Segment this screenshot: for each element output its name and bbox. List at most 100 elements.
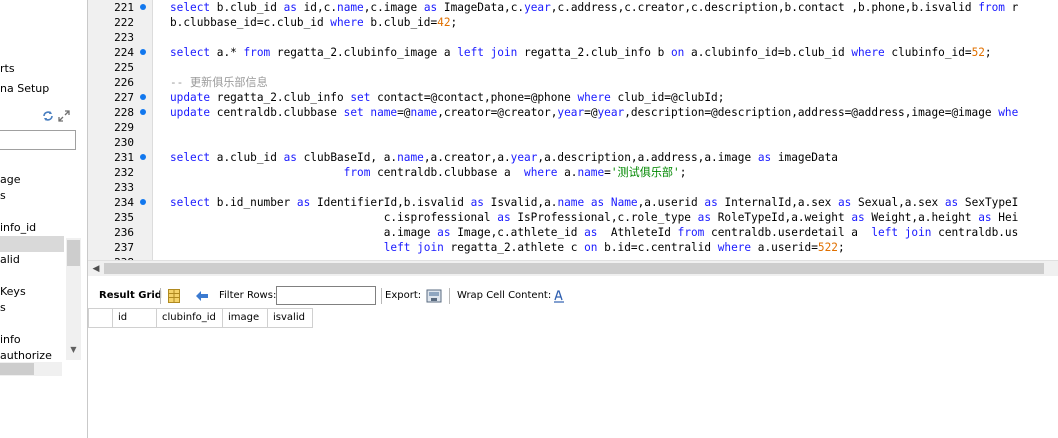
code-line[interactable]: a.image as Image,c.athlete_id as Athlete… bbox=[170, 225, 1019, 240]
code-token: left join bbox=[383, 241, 451, 254]
code-token: centraldb.userdetail a bbox=[711, 226, 872, 239]
navigator-item[interactable]: info bbox=[0, 333, 21, 347]
refresh-icon[interactable] bbox=[42, 110, 54, 122]
code-token: select bbox=[170, 151, 217, 164]
line-number: 232 bbox=[114, 166, 134, 179]
code-token: 42 bbox=[437, 16, 451, 29]
statement-marker-icon[interactable] bbox=[140, 94, 146, 100]
navigator-item[interactable]: Keys bbox=[0, 285, 26, 299]
statement-marker-icon[interactable] bbox=[140, 199, 146, 205]
grid-column-header[interactable]: isvalid bbox=[268, 308, 313, 328]
grid-column-header[interactable]: image bbox=[223, 308, 268, 328]
code-token: whe bbox=[998, 106, 1019, 119]
code-token: Weight,a.height bbox=[871, 211, 979, 224]
navigator-hscroll-thumb[interactable] bbox=[0, 363, 34, 375]
code-token: update bbox=[170, 91, 217, 104]
code-token: name bbox=[577, 166, 605, 179]
code-token: name bbox=[557, 196, 591, 209]
code-line[interactable]: update centraldb.clubbase set name=@name… bbox=[170, 105, 1018, 120]
code-line[interactable]: from centraldb.clubbase a where a.name='… bbox=[170, 165, 687, 180]
statement-marker-icon[interactable] bbox=[140, 109, 146, 115]
scroll-left-icon[interactable]: ◀ bbox=[90, 262, 102, 276]
scroll-down-icon[interactable]: ▼ bbox=[67, 342, 80, 358]
code-token: ; bbox=[837, 241, 845, 254]
filter-refresh-icon[interactable] bbox=[194, 289, 210, 303]
navigator-search-input[interactable] bbox=[0, 130, 76, 150]
code-line[interactable]: select b.id_number as IdentifierId,b.isv… bbox=[170, 195, 1018, 210]
code-line[interactable]: select b.club_id as id,c.name,c.image as… bbox=[170, 0, 1018, 15]
navigator-item[interactable]: na Setup bbox=[0, 82, 49, 96]
navigator-item[interactable]: info_id bbox=[0, 221, 36, 235]
navigator-scrollbar-thumb[interactable] bbox=[67, 240, 80, 266]
filter-rows-input[interactable] bbox=[276, 286, 376, 305]
code-token: as bbox=[283, 1, 304, 14]
statement-marker-icon[interactable] bbox=[140, 154, 146, 160]
code-token: as bbox=[296, 196, 317, 209]
code-token: as bbox=[978, 211, 999, 224]
toolbar-separator bbox=[381, 288, 382, 304]
grid-view-icon[interactable] bbox=[168, 289, 180, 303]
line-number: 236 bbox=[114, 226, 134, 239]
navigator-item[interactable]: s bbox=[0, 301, 6, 315]
code-line[interactable]: b.clubbase_id=c.club_id where b.club_id=… bbox=[170, 15, 457, 30]
code-token: where bbox=[851, 46, 892, 59]
code-token: = bbox=[604, 166, 611, 179]
code-token: b.clubbase_id=c.club_id bbox=[170, 16, 331, 29]
code-token: clubBaseId, a. bbox=[303, 151, 398, 164]
wrap-cell-content-icon[interactable] bbox=[553, 289, 565, 303]
result-grid-tab[interactable]: Result Grid bbox=[99, 284, 162, 308]
line-number: 226 bbox=[114, 76, 134, 89]
grid-column-header[interactable]: id bbox=[113, 308, 157, 328]
navigator-item[interactable]: alid bbox=[0, 253, 20, 267]
code-token: Sexual,a.sex bbox=[858, 196, 945, 209]
code-token: Name bbox=[610, 196, 638, 209]
code-line[interactable]: -- 更新俱乐部信息 bbox=[170, 75, 268, 90]
statement-marker-icon[interactable] bbox=[140, 49, 146, 55]
code-token: a. bbox=[564, 166, 578, 179]
navigator-item[interactable]: s bbox=[0, 189, 6, 203]
code-token: where bbox=[330, 16, 371, 29]
export-label: Export: bbox=[385, 290, 422, 301]
code-token: b.id=c.centralid bbox=[604, 241, 718, 254]
code-line[interactable]: left join regatta_2.athlete c on b.id=c.… bbox=[170, 240, 845, 255]
code-token: -- 更新俱乐部信息 bbox=[170, 76, 268, 89]
code-token: regatta_2.club_info b bbox=[524, 46, 671, 59]
editor-horizontal-scrollbar[interactable]: ◀ bbox=[88, 260, 1058, 276]
sql-editor[interactable]: 221 222 223 224 225 226 227 228 229 230 231 232 233 2… bbox=[88, 0, 1058, 260]
code-token: ,creator=@creator, bbox=[437, 106, 558, 119]
code-token: Image,c.athlete_id bbox=[457, 226, 585, 239]
code-line[interactable]: c.isprofessional as IsProfessional,c.rol… bbox=[170, 210, 1019, 225]
editor-hscroll-thumb[interactable] bbox=[104, 263, 1044, 274]
result-grid[interactable]: id clubinfo_id image isvalid bbox=[88, 308, 313, 328]
code-token: club_id=@clubId; bbox=[617, 91, 725, 104]
code-token: where bbox=[717, 241, 758, 254]
grid-column-header[interactable]: clubinfo_id bbox=[157, 308, 223, 328]
navigator-item[interactable]: age bbox=[0, 173, 21, 187]
line-number: 223 bbox=[114, 31, 134, 44]
navigator-item[interactable]: rts bbox=[0, 62, 15, 76]
code-token: a.* bbox=[216, 46, 244, 59]
code-token: set bbox=[343, 106, 371, 119]
navigator-item[interactable]: authorize bbox=[0, 349, 52, 363]
code-token: ,a.userid bbox=[637, 196, 705, 209]
expand-icon[interactable] bbox=[58, 110, 70, 122]
line-number: 233 bbox=[114, 181, 134, 194]
code-token: as bbox=[423, 1, 444, 14]
code-token: Hei bbox=[998, 211, 1019, 224]
code-token: from bbox=[243, 46, 277, 59]
code-token: as bbox=[590, 196, 611, 209]
code-token: ,c.address,c.creator,c.description,b.con… bbox=[550, 1, 979, 14]
code-line[interactable]: update regatta_2.club_info set contact=@… bbox=[170, 90, 724, 105]
code-line[interactable]: select a.club_id as clubBaseId, a.name,a… bbox=[170, 150, 838, 165]
export-icon[interactable] bbox=[426, 288, 442, 304]
code-token: centraldb.clubbase bbox=[216, 106, 344, 119]
code-token: year bbox=[597, 106, 625, 119]
code-line[interactable]: select a.* from regatta_2.clubinfo_image… bbox=[170, 45, 992, 60]
code-token: '测试俱乐部' bbox=[610, 166, 680, 179]
code-token: id,c. bbox=[303, 1, 338, 14]
grid-corner-cell[interactable] bbox=[88, 308, 113, 328]
statement-marker-icon[interactable] bbox=[140, 4, 146, 10]
code-token: from bbox=[677, 226, 712, 239]
